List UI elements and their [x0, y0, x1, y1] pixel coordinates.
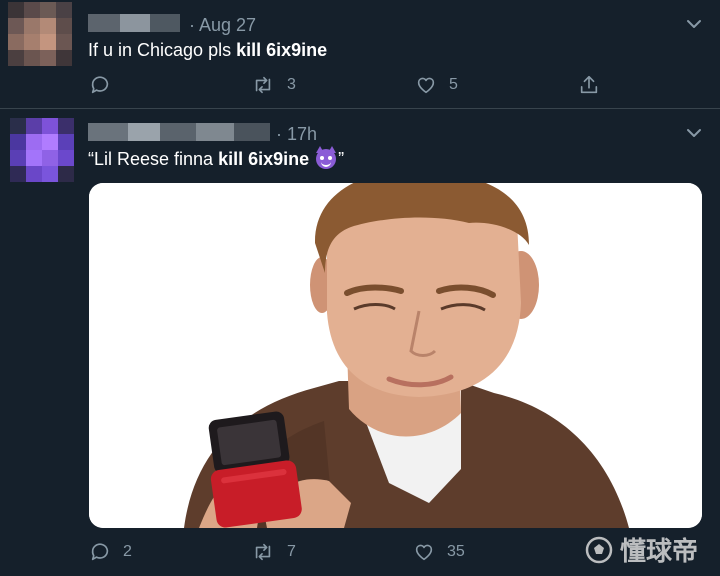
retweet-button[interactable]: 7 — [251, 541, 296, 563]
like-button[interactable]: 5 — [415, 74, 458, 96]
avatar-1[interactable] — [8, 2, 72, 66]
tweet-date[interactable]: · Aug 27 — [189, 15, 256, 36]
tweet-text: “Lil Reese finna kill 6ix9ine ” — [88, 146, 345, 169]
like-icon — [417, 77, 435, 94]
share-icon — [580, 75, 598, 94]
tweet-date[interactable]: · 17h — [276, 124, 317, 145]
chevron-down-icon[interactable] — [684, 123, 704, 143]
tweet-text-bold: kill 6ix9ine — [218, 149, 310, 169]
reply-button[interactable]: 2 — [89, 541, 132, 563]
watermark-text: 懂球帝 — [620, 536, 699, 566]
username-redacted[interactable] — [88, 14, 180, 32]
reply-icon — [91, 543, 109, 561]
retweet-icon — [255, 76, 271, 94]
avatar-2[interactable] — [10, 118, 74, 182]
soccer-ball-icon — [585, 536, 613, 563]
chevron-down-icon[interactable] — [684, 14, 704, 34]
like-icon — [415, 544, 433, 561]
watermark: 懂球帝 — [584, 531, 698, 568]
devil-emoji — [316, 146, 337, 169]
reply-icon — [91, 76, 109, 94]
tweet-text-bold: kill 6ix9ine — [236, 40, 328, 60]
tweet-2[interactable]: · 17h “Lil Reese finna kill 6ix9ine ” 2 … — [0, 109, 720, 576]
photo-illustration — [89, 183, 702, 528]
like-button[interactable]: 35 — [413, 541, 465, 563]
tweet-photo[interactable] — [89, 183, 702, 528]
tweet-1[interactable]: · Aug 27 If u in Chicago pls kill 6ix9in… — [0, 0, 720, 108]
reply-button[interactable] — [89, 74, 123, 96]
username-redacted[interactable] — [88, 123, 270, 141]
share-button[interactable] — [578, 74, 600, 96]
retweet-icon — [255, 543, 271, 561]
tweet-text: If u in Chicago pls kill 6ix9ine — [88, 40, 328, 60]
retweet-button[interactable]: 3 — [251, 74, 296, 96]
